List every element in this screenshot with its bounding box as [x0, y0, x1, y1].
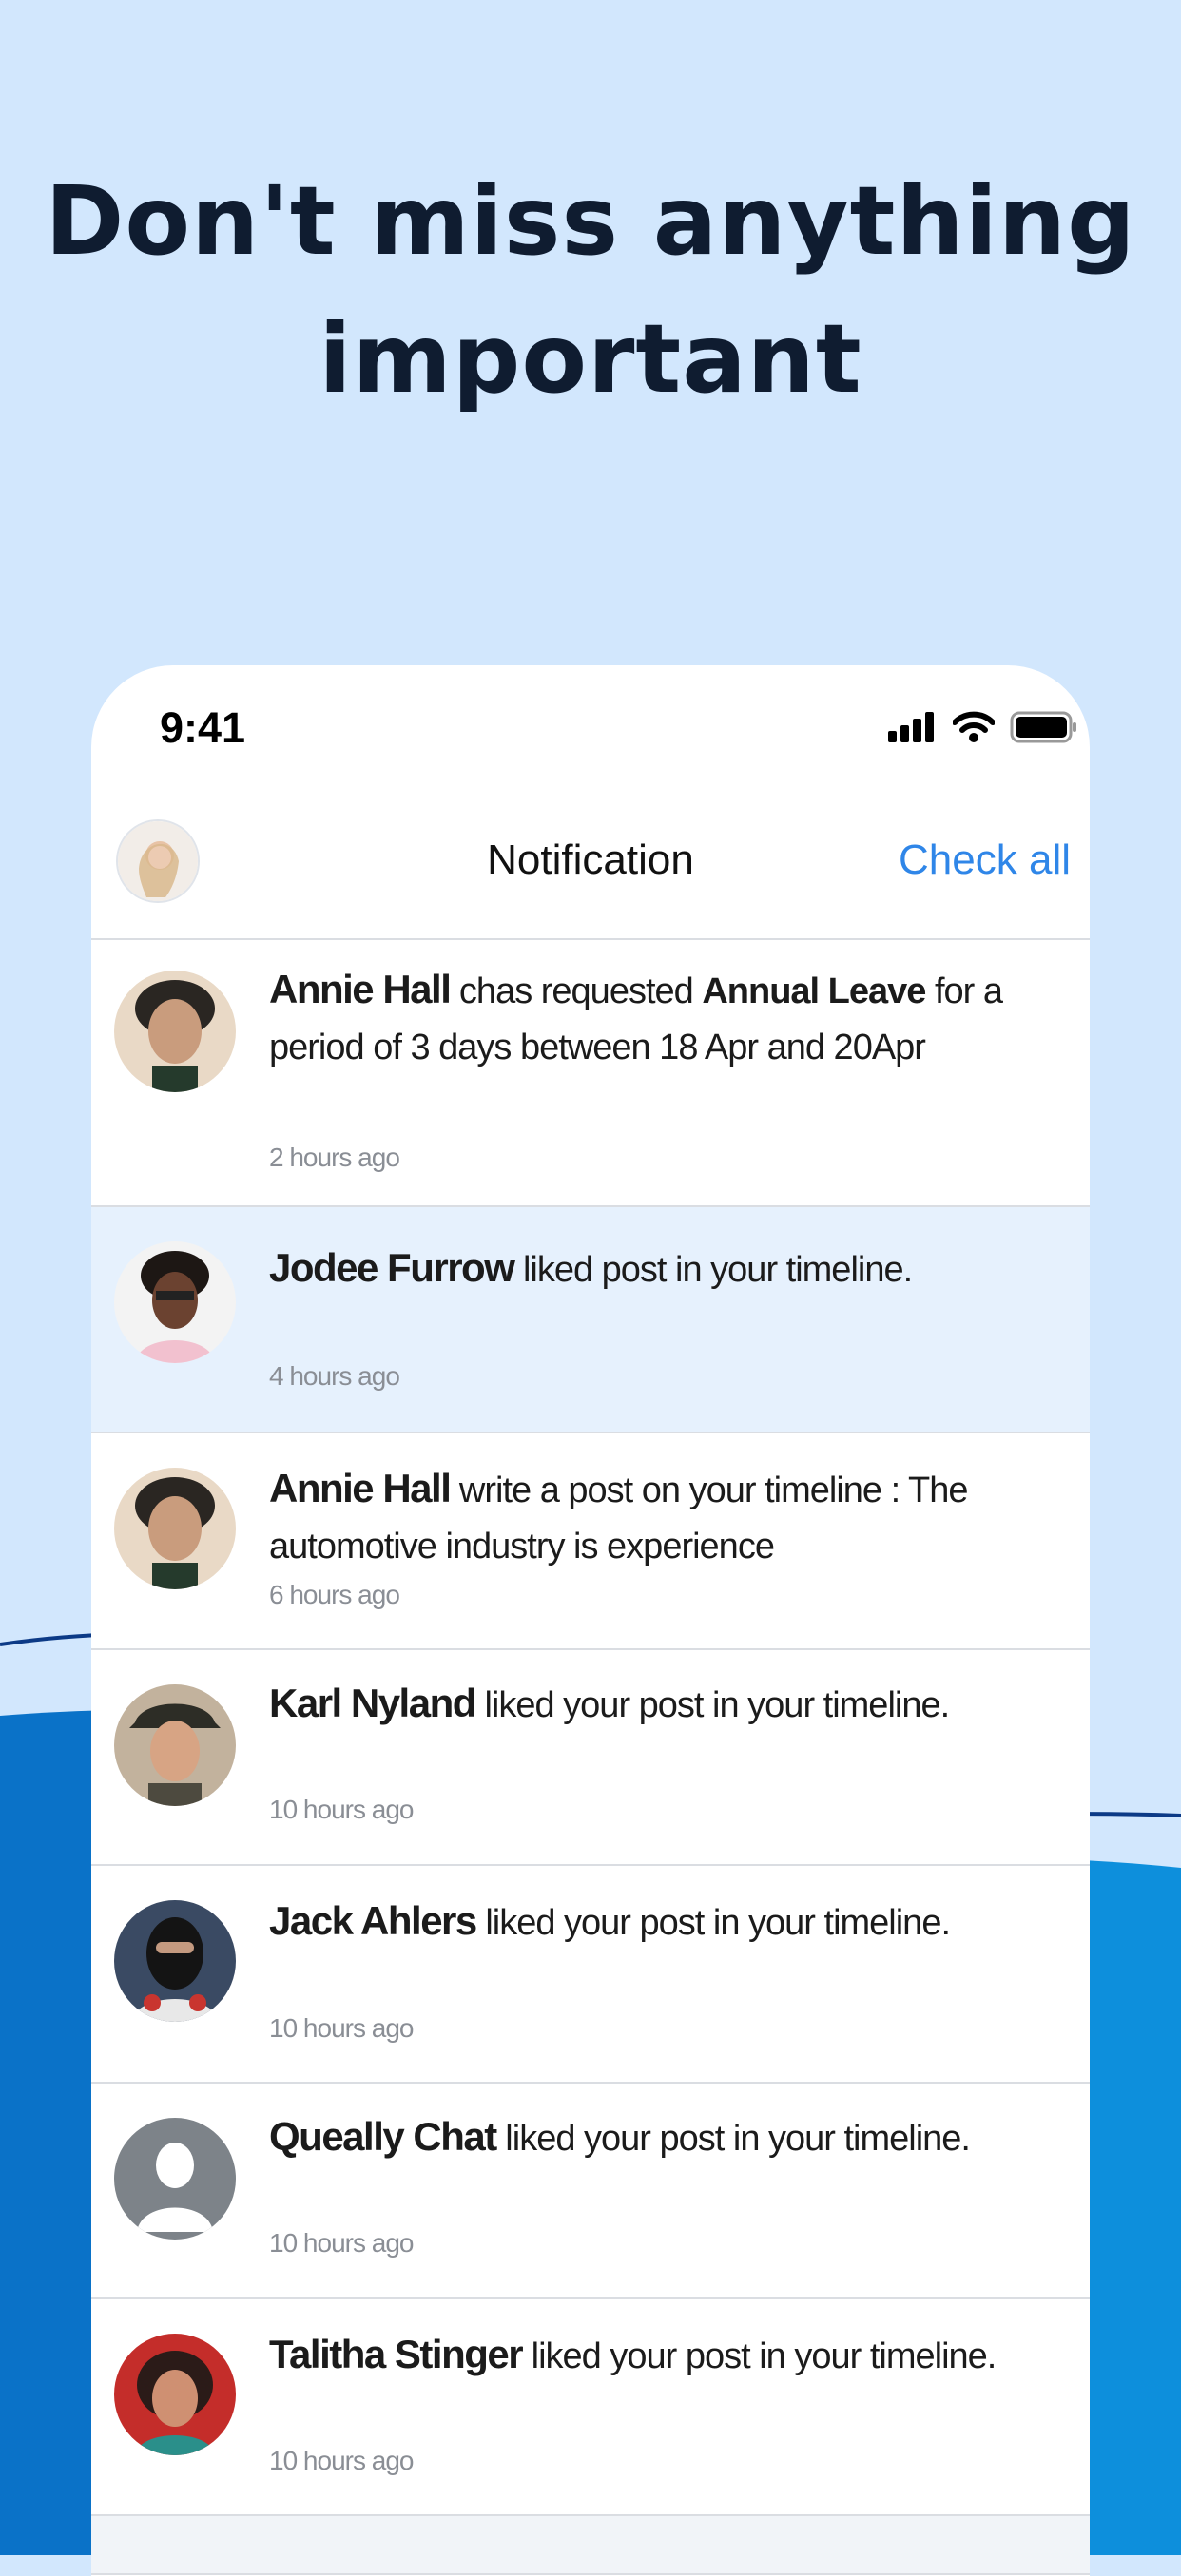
headline: Don't miss anything important	[0, 152, 1181, 428]
avatar	[114, 1684, 236, 1806]
notification-item[interactable]: Jack Ahlers liked your post in your time…	[91, 1866, 1090, 2084]
notification-item[interactable]: Talitha Stinger liked your post in your …	[91, 2299, 1090, 2516]
battery-icon	[1010, 711, 1076, 743]
notification-sender: Annie Hall	[269, 967, 452, 1011]
avatar	[114, 1241, 236, 1363]
notification-text: Annie Hall write a post on your timeline…	[269, 1460, 1011, 1575]
notification-sender: Jack Ahlers	[269, 1898, 477, 1943]
default-user-icon	[114, 2118, 236, 2240]
notification-text: Talitha Stinger liked your post in your …	[269, 2326, 1011, 2385]
notification-message: liked your post in your timeline.	[522, 2336, 997, 2376]
notification-message: liked your post in your timeline.	[495, 2119, 971, 2159]
avatar	[114, 2334, 236, 2455]
notification-item[interactable]: Jodee Furrow liked post in your timeline…	[91, 1207, 1090, 1433]
notification-sender: Talitha Stinger	[269, 2332, 524, 2376]
notification-text: Queally Chat liked your post in your tim…	[269, 2108, 1011, 2167]
avatar	[114, 2118, 236, 2240]
notification-text: Jodee Furrow liked post in your timeline…	[269, 1240, 1011, 1298]
notification-item[interactable]: Annie Hall chas requested Annual Leave f…	[91, 940, 1090, 1207]
wifi-icon	[953, 711, 995, 742]
notification-item[interactable]: Queally Chat liked your post in your tim…	[91, 2084, 1090, 2299]
notification-item[interactable]: Annie Hall write a post on your timeline…	[91, 1433, 1090, 1650]
notification-time: 2 hours ago	[269, 1143, 400, 1172]
notification-message: liked your post in your timeline.	[475, 1903, 951, 1943]
notification-time: 10 hours ago	[269, 1795, 414, 1824]
notification-sender: Annie Hall	[269, 1466, 452, 1510]
signal-icon	[888, 712, 934, 742]
notification-sender: Jodee Furrow	[269, 1245, 515, 1290]
notification-text: Annie Hall chas requested Annual Leave f…	[269, 961, 1011, 1076]
status-icons	[888, 711, 1078, 743]
notification-time: 4 hours ago	[269, 1361, 400, 1391]
notification-highlight: Annual Leave	[702, 971, 926, 1011]
avatar	[114, 1900, 236, 2022]
notification-text: Karl Nyland liked your post in your time…	[269, 1675, 1011, 1734]
headline-line-2: important	[319, 303, 862, 414]
notification-text: Jack Ahlers liked your post in your time…	[269, 1893, 1011, 1951]
notification-item[interactable]: Karl Nyland liked your post in your time…	[91, 1650, 1090, 1866]
notification-message: chas requested	[450, 971, 703, 1011]
notification-sender: Queally Chat	[269, 2114, 497, 2159]
avatar	[114, 971, 236, 1092]
notification-time: 10 hours ago	[269, 2228, 414, 2258]
headline-line-1: Don't miss anything	[45, 165, 1136, 277]
notification-time: 6 hours ago	[269, 1580, 400, 1609]
phone-screen: 9:41 Notification Check all Annie Hall c…	[91, 665, 1090, 2576]
navigation-bar: Notification Check all	[91, 789, 1090, 940]
notification-time: 10 hours ago	[269, 2446, 414, 2475]
notification-message: liked post in your timeline.	[513, 1250, 913, 1290]
notification-sender: Karl Nyland	[269, 1681, 476, 1725]
notification-message: liked your post in your timeline.	[474, 1685, 950, 1725]
notification-list: Annie Hall chas requested Annual Leave f…	[91, 940, 1090, 2575]
notification-item-partial[interactable]	[91, 2516, 1090, 2575]
status-time: 9:41	[160, 703, 246, 752]
avatar	[114, 1468, 236, 1589]
check-all-button[interactable]: Check all	[899, 836, 1071, 884]
notification-time: 10 hours ago	[269, 2013, 414, 2043]
